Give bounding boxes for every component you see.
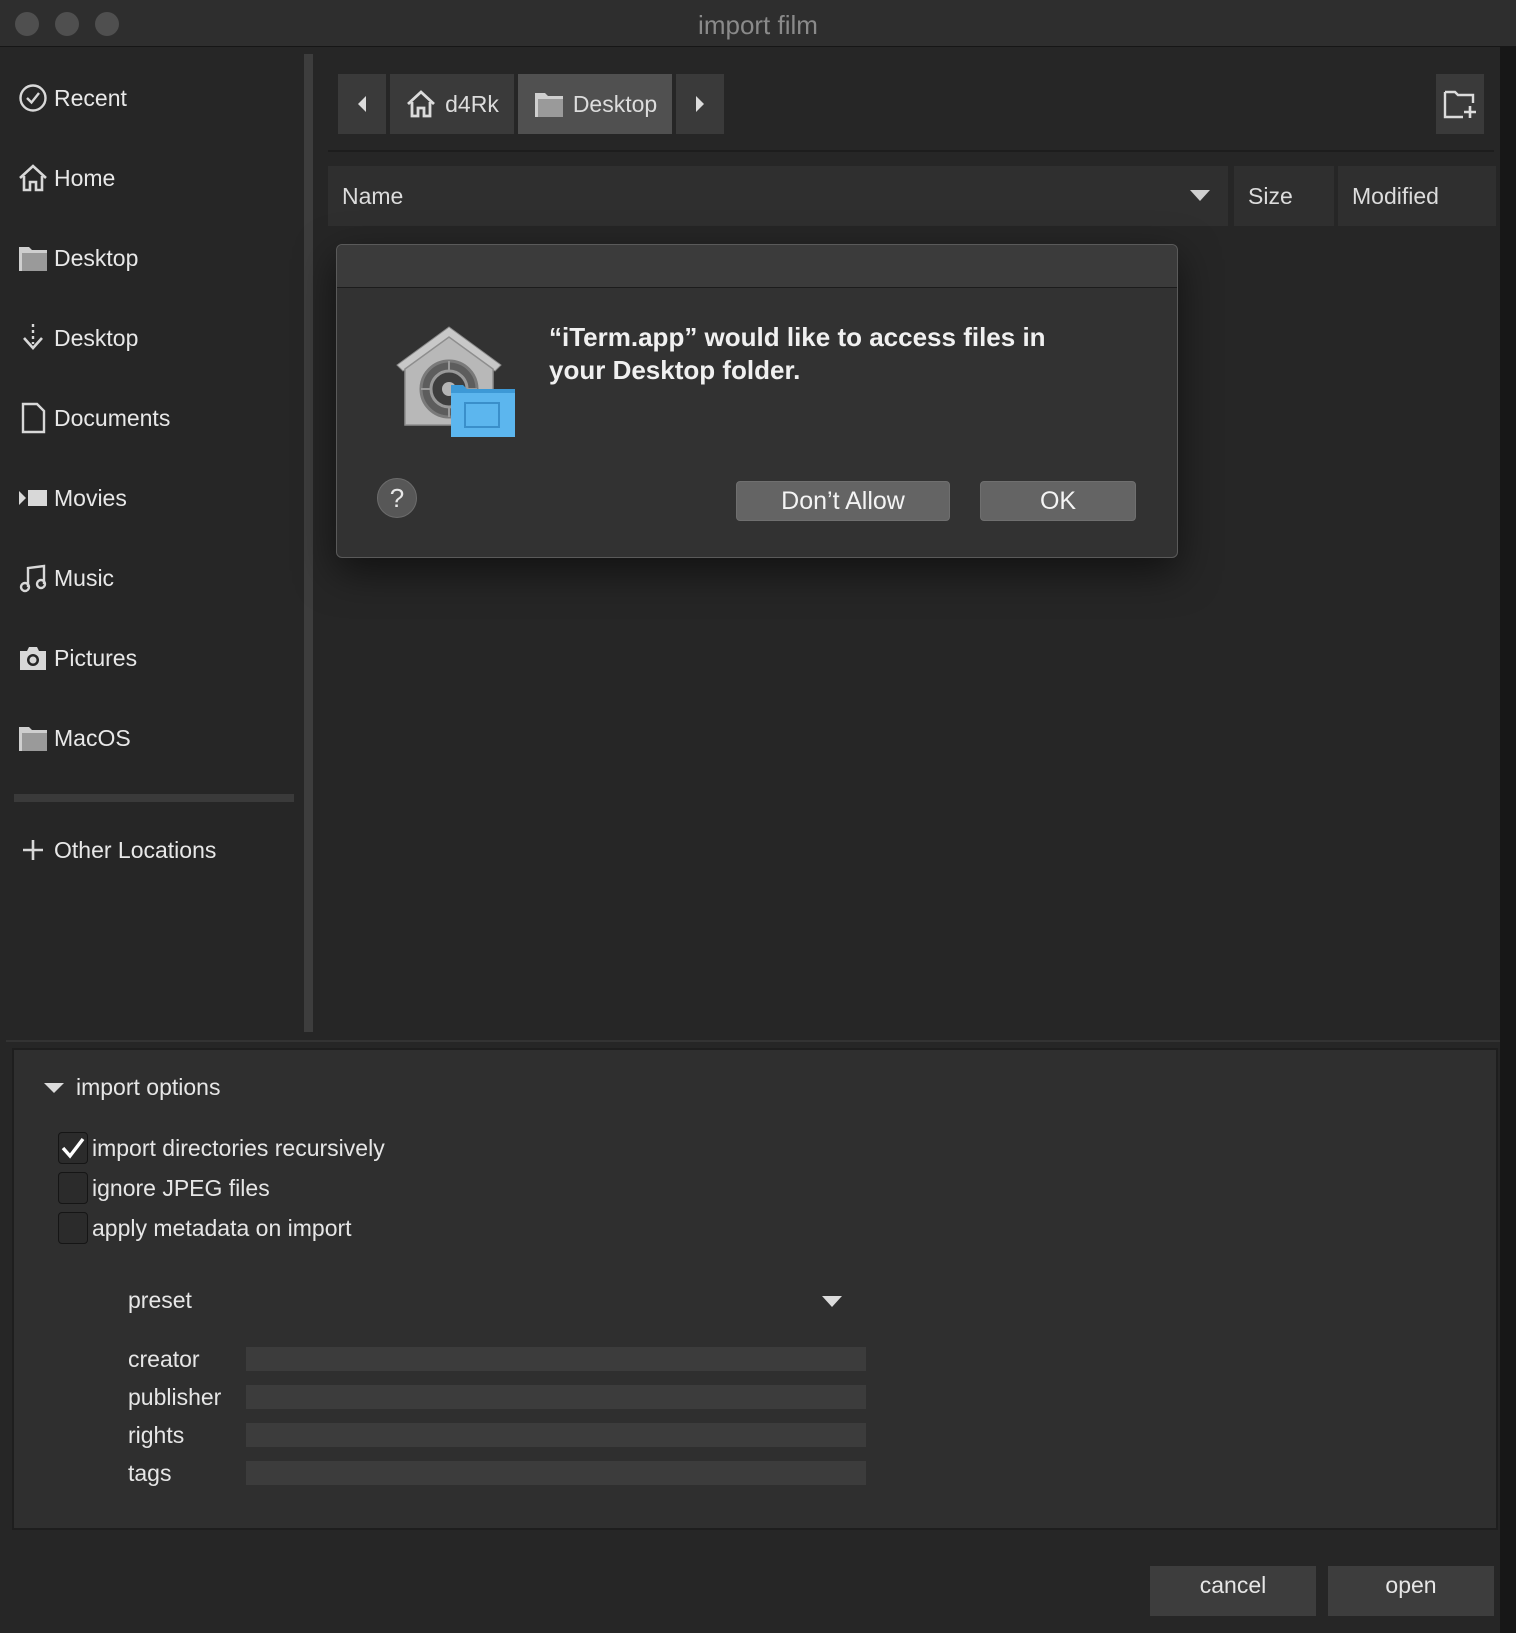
column-name-label: Name bbox=[342, 182, 404, 209]
plus-icon bbox=[16, 833, 50, 867]
rights-label: rights bbox=[128, 1421, 185, 1448]
caret-down-icon bbox=[44, 1082, 64, 1093]
creator-row: creator bbox=[128, 1346, 866, 1372]
help-button[interactable]: ? bbox=[377, 478, 417, 518]
chevron-down-icon bbox=[822, 1296, 842, 1307]
ok-button[interactable]: OK bbox=[980, 481, 1136, 521]
camera-icon bbox=[16, 641, 50, 675]
sidebar-item-pictures[interactable]: Pictures bbox=[16, 636, 137, 680]
new-folder-button[interactable] bbox=[1436, 74, 1484, 134]
divider bbox=[6, 1040, 1500, 1042]
option-label: ignore JPEG files bbox=[92, 1174, 270, 1201]
option-label: apply metadata on import bbox=[92, 1214, 352, 1241]
column-header-name[interactable]: Name bbox=[328, 166, 1228, 226]
folder-icon bbox=[16, 241, 50, 275]
window-title: import film bbox=[698, 10, 818, 40]
folder-icon bbox=[16, 721, 50, 755]
checkbox-import-recursively[interactable] bbox=[58, 1132, 88, 1164]
sidebar-item-label: Documents bbox=[54, 404, 171, 431]
sidebar-item-music[interactable]: Music bbox=[16, 556, 114, 600]
dialog-title-bar bbox=[337, 245, 1177, 288]
tags-field[interactable] bbox=[246, 1461, 866, 1485]
import-options-panel: import options import directories recurs… bbox=[12, 1048, 1498, 1530]
option-label: import directories recursively bbox=[92, 1134, 385, 1161]
movie-icon bbox=[16, 481, 50, 515]
checkbox-apply-metadata[interactable] bbox=[58, 1212, 88, 1244]
home-icon bbox=[16, 161, 50, 195]
sidebar-item-macos[interactable]: MacOS bbox=[16, 716, 131, 760]
option-ignore-jpeg[interactable]: ignore JPEG files bbox=[58, 1172, 270, 1204]
option-apply-metadata[interactable]: apply metadata on import bbox=[58, 1212, 352, 1244]
preset-label: preset bbox=[128, 1286, 192, 1313]
new-folder-icon bbox=[1443, 90, 1476, 119]
path-desktop-button[interactable]: Desktop bbox=[518, 74, 672, 134]
places-sidebar: Recent Home Desktop Desktop Documents Mo… bbox=[0, 46, 300, 1036]
sidebar-item-label: Pictures bbox=[54, 644, 138, 671]
home-icon bbox=[407, 90, 436, 118]
title-bar: import film bbox=[0, 0, 1516, 47]
chevron-right-icon bbox=[696, 96, 704, 112]
sidebar-separator bbox=[14, 794, 294, 802]
import-options-expander[interactable]: import options bbox=[44, 1074, 220, 1101]
security-privacy-icon bbox=[391, 325, 521, 443]
sidebar-item-label: Other Locations bbox=[54, 836, 217, 863]
sidebar-item-label: MacOS bbox=[54, 724, 131, 751]
import-film-window: import film Recent Home Desktop Desktop … bbox=[0, 0, 1516, 1633]
sidebar-item-other-locations[interactable]: Other Locations bbox=[16, 828, 216, 872]
sidebar-item-label: Desktop bbox=[54, 324, 139, 351]
cancel-button[interactable]: cancel bbox=[1150, 1566, 1316, 1616]
sidebar-item-label: Music bbox=[54, 564, 115, 591]
column-header-modified[interactable]: Modified bbox=[1338, 166, 1496, 226]
checkbox-ignore-jpeg[interactable] bbox=[58, 1172, 88, 1204]
download-icon bbox=[16, 321, 50, 355]
sidebar-item-label: Home bbox=[54, 164, 116, 191]
rights-field[interactable] bbox=[246, 1423, 866, 1447]
sidebar-item-desktop[interactable]: Desktop bbox=[16, 236, 138, 280]
sidebar-item-label: Recent bbox=[54, 84, 127, 111]
publisher-row: publisher bbox=[128, 1384, 866, 1410]
chevron-left-icon bbox=[358, 96, 366, 112]
creator-label: creator bbox=[128, 1345, 200, 1372]
option-import-recursively[interactable]: import directories recursively bbox=[58, 1132, 385, 1164]
column-size-label: Size bbox=[1248, 182, 1293, 209]
window-edge bbox=[1500, 46, 1516, 1633]
permission-dialog: “iTerm.app” would like to access files i… bbox=[336, 244, 1178, 558]
path-home-button[interactable]: d4Rk bbox=[390, 74, 514, 134]
creator-field[interactable] bbox=[246, 1347, 866, 1371]
divider bbox=[328, 150, 1494, 152]
path-back-button[interactable] bbox=[338, 74, 386, 134]
column-header-size[interactable]: Size bbox=[1234, 166, 1334, 226]
sidebar-item-downloads[interactable]: Desktop bbox=[16, 316, 138, 360]
sidebar-item-movies[interactable]: Movies bbox=[16, 476, 127, 520]
sidebar-item-home[interactable]: Home bbox=[16, 156, 115, 200]
preset-dropdown[interactable]: preset bbox=[128, 1280, 848, 1320]
column-modified-label: Modified bbox=[1352, 182, 1439, 209]
sidebar-item-label: Movies bbox=[54, 484, 127, 511]
tags-row: tags bbox=[128, 1460, 866, 1486]
clock-icon bbox=[16, 81, 50, 115]
tags-label: tags bbox=[128, 1459, 172, 1486]
path-forward-button[interactable] bbox=[676, 74, 724, 134]
dont-allow-button[interactable]: Don’t Allow bbox=[736, 481, 950, 521]
dialog-message: “iTerm.app” would like to access files i… bbox=[549, 322, 1046, 385]
path-desktop-label: Desktop bbox=[572, 90, 658, 117]
music-icon bbox=[16, 561, 50, 595]
rights-row: rights bbox=[128, 1422, 866, 1448]
sidebar-item-documents[interactable]: Documents bbox=[16, 396, 170, 440]
checkmark-icon bbox=[61, 1137, 85, 1159]
document-icon bbox=[16, 401, 50, 435]
path-home-label: d4Rk bbox=[445, 90, 499, 117]
publisher-label: publisher bbox=[128, 1383, 222, 1410]
sidebar-item-recent[interactable]: Recent bbox=[16, 76, 127, 120]
folder-icon bbox=[534, 93, 563, 117]
sidebar-scrollbar[interactable] bbox=[304, 54, 313, 1032]
import-options-title: import options bbox=[76, 1074, 221, 1100]
sidebar-item-label: Desktop bbox=[54, 244, 139, 271]
open-button[interactable]: open bbox=[1328, 1566, 1494, 1616]
publisher-field[interactable] bbox=[246, 1385, 866, 1409]
sort-descending-icon bbox=[1190, 190, 1210, 201]
